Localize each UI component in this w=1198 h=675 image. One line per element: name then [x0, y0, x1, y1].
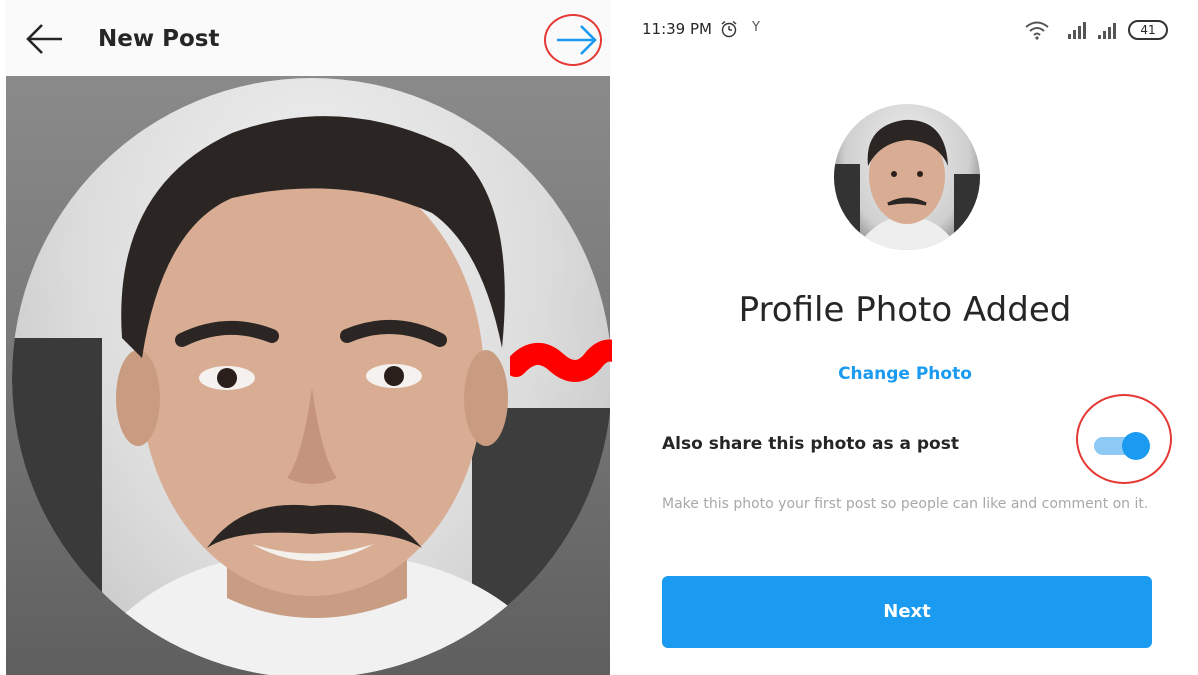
- next-button[interactable]: Next: [662, 576, 1152, 648]
- avatar: [834, 104, 980, 250]
- change-photo-link[interactable]: Change Photo: [612, 364, 1198, 384]
- signal-icon: [1098, 23, 1116, 39]
- battery-icon: 41: [1128, 20, 1168, 40]
- highlight-ring: [544, 14, 602, 66]
- page-title: Profile Photo Added: [738, 290, 1072, 330]
- share-description: Make this photo your first post so peopl…: [662, 496, 1149, 512]
- status-bar: 11:39 PM Y 41: [612, 12, 1198, 52]
- page-title: New Post: [98, 26, 220, 52]
- arrow-left-icon[interactable]: [24, 22, 64, 56]
- alarm-icon: [721, 20, 737, 38]
- wifi-icon: [1025, 21, 1049, 40]
- profile-photo-added-screen: 11:39 PM Y 41 Profile Photo Added Change…: [612, 0, 1198, 675]
- top-bar: New Post: [6, 0, 610, 76]
- share-as-post-label: Also share this photo as a post: [662, 434, 959, 454]
- highlight-ring: [1076, 394, 1172, 484]
- carrier-mark: Y: [752, 20, 760, 35]
- status-time: 11:39 PM: [642, 20, 712, 38]
- avatar-photo: [834, 119, 980, 250]
- signal-icon: [1068, 22, 1086, 39]
